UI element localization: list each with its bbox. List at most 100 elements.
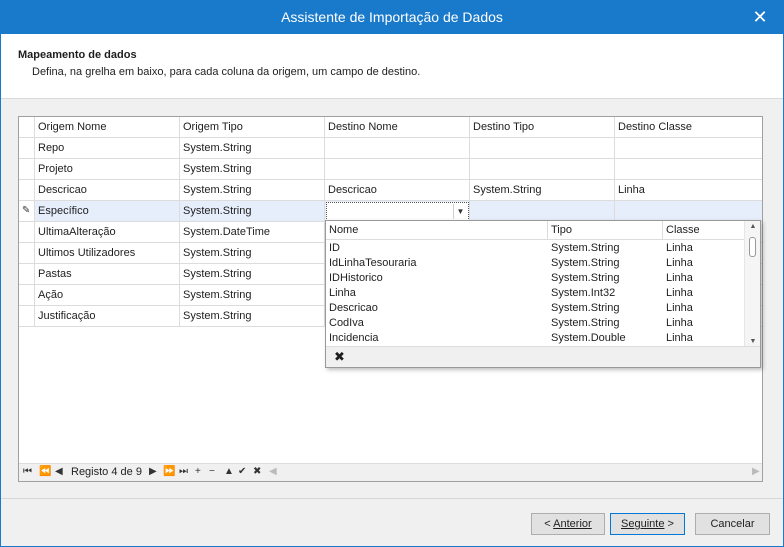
scroll-thumb[interactable] [749, 237, 756, 257]
item-classe: Linha [666, 272, 693, 284]
previous-label: Anterior [553, 518, 592, 530]
next-button[interactable]: Seguinte > [610, 513, 685, 535]
row-indicator[interactable] [19, 180, 35, 201]
origem-nome-cell[interactable]: Ação [35, 285, 180, 306]
origem-tipo-cell[interactable]: System.DateTime [180, 222, 325, 243]
checkmark-icon[interactable]: ✔ [238, 466, 246, 477]
destino-classe-cell[interactable] [615, 138, 762, 159]
scroll-right-icon[interactable]: ▶ [752, 466, 760, 477]
first-record-icon[interactable]: ⏮ [23, 466, 32, 477]
origem-nome-cell[interactable]: UltimaAlteração [35, 222, 180, 243]
item-tipo: System.String [551, 272, 620, 284]
origem-nome-cell[interactable]: Repo [35, 138, 180, 159]
prev-page-icon[interactable]: ⏪ [39, 466, 51, 477]
dropdown-item[interactable]: IDHistorico System.String Linha [326, 271, 745, 286]
edit-icon[interactable]: ▲ [224, 466, 234, 477]
prev-record-icon[interactable]: ◀ [55, 466, 63, 477]
origem-tipo-cell[interactable]: System.String [180, 264, 325, 285]
column-header-destino-tipo[interactable]: Destino Tipo [470, 117, 615, 138]
page-title: Mapeamento de dados [18, 49, 137, 61]
cancel-icon[interactable]: ✖ [253, 466, 261, 477]
origem-nome-cell[interactable]: Descricao [35, 180, 180, 201]
page-subtitle: Defina, na grelha em baixo, para cada co… [32, 66, 421, 78]
table-row[interactable]: Projeto System.String [19, 159, 762, 180]
origem-nome-cell[interactable]: Projeto [35, 159, 180, 180]
grid-header-row: Origem Nome Origem Tipo Destino Nome Des… [19, 117, 762, 138]
origem-tipo-cell[interactable]: System.String [180, 306, 325, 327]
item-classe: Linha [666, 332, 693, 344]
destino-classe-cell[interactable] [615, 201, 762, 222]
origem-tipo-cell[interactable]: System.String [180, 159, 325, 180]
dropdown-item[interactable]: Descricao System.String Linha [326, 301, 745, 316]
dropdown-item[interactable]: Incidencia System.Double Linha [326, 331, 745, 346]
item-classe: Linha [666, 302, 693, 314]
origem-tipo-cell[interactable]: System.String [180, 201, 325, 222]
destino-nome-cell[interactable] [325, 138, 470, 159]
scroll-up-icon[interactable]: ▲ [745, 223, 761, 230]
dropdown-col-tipo[interactable]: Tipo [548, 221, 663, 240]
dropdown-item[interactable]: IdLinhaTesouraria System.String Linha [326, 256, 745, 271]
item-tipo: System.String [551, 242, 620, 254]
clear-icon[interactable]: ✖ [334, 349, 345, 365]
destino-classe-cell[interactable] [615, 159, 762, 180]
item-nome: IdLinhaTesouraria [329, 257, 417, 269]
destino-nome-combo[interactable]: ▼ [326, 202, 469, 221]
column-header-origem-nome[interactable]: Origem Nome [35, 117, 180, 138]
row-indicator[interactable] [19, 138, 35, 159]
item-nome: IDHistorico [329, 272, 383, 284]
destino-tipo-cell[interactable] [470, 159, 615, 180]
item-tipo: System.String [551, 302, 620, 314]
destino-nome-cell[interactable]: Descricao [325, 180, 470, 201]
item-classe: Linha [666, 257, 693, 269]
item-nome: CodIva [329, 317, 364, 329]
origem-tipo-cell[interactable]: System.String [180, 138, 325, 159]
destino-tipo-cell[interactable] [470, 138, 615, 159]
origem-nome-cell[interactable]: Pastas [35, 264, 180, 285]
table-row-selected[interactable]: ✎ Específico System.String ▼ [19, 201, 762, 222]
table-row[interactable]: Descricao System.String Descricao System… [19, 180, 762, 201]
import-wizard-window: Assistente de Importação de Dados ✕ Mape… [0, 0, 784, 547]
origem-tipo-cell[interactable]: System.String [180, 243, 325, 264]
destino-nome-cell[interactable] [325, 159, 470, 180]
row-indicator[interactable]: ✎ [19, 201, 35, 222]
delete-icon[interactable]: − [209, 466, 215, 477]
destino-tipo-cell[interactable]: System.String [470, 180, 615, 201]
origem-tipo-cell[interactable]: System.String [180, 180, 325, 201]
dropdown-scrollbar[interactable]: ▲ ▼ [744, 221, 760, 347]
destino-tipo-cell[interactable] [470, 201, 615, 222]
destino-lookup-dropdown: Nome Tipo Classe ID System.String Linha … [325, 220, 761, 368]
last-record-icon[interactable]: ⏭ [179, 466, 188, 477]
append-icon[interactable]: + [195, 466, 201, 477]
dropdown-item[interactable]: ID System.String Linha [326, 241, 745, 256]
scroll-down-icon[interactable]: ▼ [745, 338, 761, 345]
row-indicator[interactable] [19, 222, 35, 243]
column-header-destino-classe[interactable]: Destino Classe [615, 117, 762, 138]
close-icon[interactable]: ✕ [737, 1, 783, 34]
scroll-left-icon[interactable]: ◀ [269, 466, 277, 477]
row-indicator[interactable] [19, 159, 35, 180]
dropdown-item[interactable]: Linha System.Int32 Linha [326, 286, 745, 301]
table-row[interactable]: Repo System.String [19, 138, 762, 159]
origem-nome-cell[interactable]: Específico [35, 201, 180, 222]
row-indicator[interactable] [19, 243, 35, 264]
window-title: Assistente de Importação de Dados [281, 9, 503, 25]
origem-tipo-cell[interactable]: System.String [180, 285, 325, 306]
column-header-origem-tipo[interactable]: Origem Tipo [180, 117, 325, 138]
row-indicator[interactable] [19, 306, 35, 327]
next-page-icon[interactable]: ⏩ [163, 466, 175, 477]
item-tipo: System.String [551, 257, 620, 269]
column-header-destino-nome[interactable]: Destino Nome [325, 117, 470, 138]
row-indicator[interactable] [19, 264, 35, 285]
dropdown-item[interactable]: CodIva System.String Linha [326, 316, 745, 331]
origem-nome-cell[interactable]: Ultimos Utilizadores [35, 243, 180, 264]
next-suffix: > [664, 518, 674, 530]
origem-nome-cell[interactable]: Justificação [35, 306, 180, 327]
previous-button[interactable]: < Anterior [531, 513, 605, 535]
cancel-button[interactable]: Cancelar [695, 513, 770, 535]
next-record-icon[interactable]: ▶ [149, 466, 157, 477]
chevron-down-icon[interactable]: ▼ [453, 204, 467, 219]
row-indicator[interactable] [19, 285, 35, 306]
destino-classe-cell[interactable]: Linha [615, 180, 762, 201]
dropdown-col-nome[interactable]: Nome [326, 221, 548, 240]
dropdown-col-classe[interactable]: Classe [663, 221, 745, 240]
